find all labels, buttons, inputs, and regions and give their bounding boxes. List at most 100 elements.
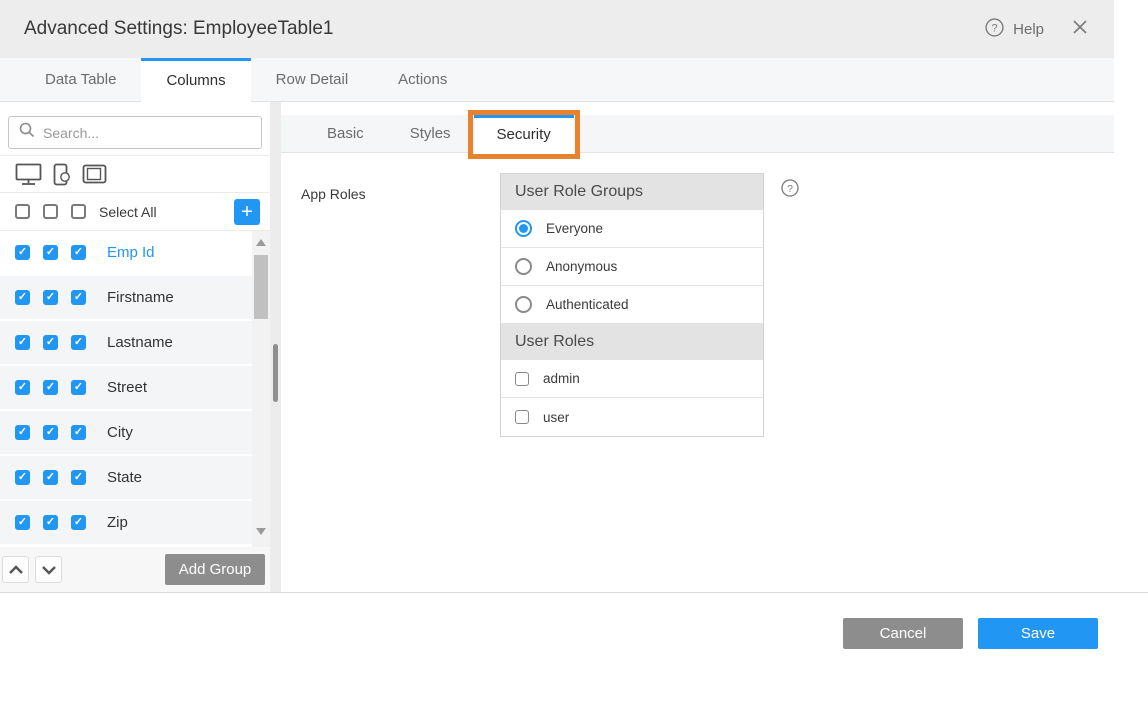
tablet-checkbox[interactable]: [71, 245, 86, 260]
scroll-down-icon[interactable]: [256, 528, 266, 535]
add-column-button[interactable]: [234, 199, 260, 225]
tablet-checkbox[interactable]: [71, 290, 86, 305]
anonymous-radio[interactable]: [515, 258, 532, 275]
phone-checkbox[interactable]: [43, 425, 58, 440]
svg-text:?: ?: [787, 183, 793, 195]
column-name[interactable]: Street: [107, 379, 147, 396]
column-name[interactable]: Lastname: [107, 334, 173, 351]
select-all-desktop-checkbox[interactable]: [15, 204, 30, 219]
tablet-checkbox[interactable]: [71, 515, 86, 530]
move-down-button[interactable]: [35, 556, 62, 583]
desktop-checkbox[interactable]: [15, 245, 30, 260]
tab-actions[interactable]: Actions: [373, 58, 472, 101]
select-all-row: Select All: [0, 193, 270, 231]
help-icon: ?: [985, 18, 1004, 41]
tab-columns[interactable]: Columns: [141, 58, 250, 102]
column-list-scrollbar[interactable]: [252, 231, 270, 547]
column-list: Emp Id Firstname Lastname: [0, 231, 270, 547]
role-option-label: Anonymous: [546, 259, 617, 274]
admin-checkbox[interactable]: [515, 372, 529, 386]
desktop-checkbox[interactable]: [15, 515, 30, 530]
tablet-checkbox[interactable]: [71, 380, 86, 395]
search-icon: [19, 122, 35, 143]
role-option-admin[interactable]: admin: [501, 360, 763, 398]
app-roles-help-button[interactable]: ?: [781, 179, 799, 437]
add-group-button[interactable]: Add Group: [165, 554, 265, 585]
role-option-anonymous[interactable]: Anonymous: [501, 248, 763, 286]
tab-basic[interactable]: Basic: [304, 115, 387, 152]
columns-panel-footer: Add Group: [0, 547, 270, 592]
role-option-authenticated[interactable]: Authenticated: [501, 286, 763, 324]
column-name[interactable]: Zip: [107, 514, 128, 531]
cancel-button[interactable]: Cancel: [843, 618, 963, 649]
tab-data-table[interactable]: Data Table: [20, 58, 141, 101]
close-button[interactable]: [1072, 19, 1088, 40]
panel-scrollbar[interactable]: [270, 102, 281, 592]
role-option-everyone[interactable]: Everyone: [501, 210, 763, 248]
help-button[interactable]: ? Help: [985, 18, 1044, 41]
search-box: [8, 116, 262, 149]
scrollbar-thumb[interactable]: [254, 255, 268, 319]
tab-security[interactable]: Security: [474, 115, 574, 153]
tablet-checkbox[interactable]: [71, 425, 86, 440]
header-actions: ? Help: [985, 18, 1088, 41]
phone-checkbox[interactable]: [43, 245, 58, 260]
column-name[interactable]: City: [107, 424, 133, 441]
everyone-radio[interactable]: [515, 220, 532, 237]
column-row-emp-id[interactable]: Emp Id: [0, 231, 252, 274]
column-row-lastname[interactable]: Lastname: [0, 321, 252, 364]
tablet-checkbox[interactable]: [71, 335, 86, 350]
dialog-title: Advanced Settings: EmployeeTable1: [24, 18, 333, 40]
desktop-checkbox[interactable]: [15, 425, 30, 440]
role-option-label: Everyone: [546, 221, 603, 236]
panel-scrollbar-thumb[interactable]: [273, 344, 278, 402]
role-option-label: Authenticated: [546, 297, 629, 312]
tablet-icon[interactable]: [82, 164, 107, 184]
search-section: [0, 102, 270, 156]
phone-checkbox[interactable]: [43, 335, 58, 350]
close-icon: [1072, 19, 1088, 40]
app-roles-label: App Roles: [301, 173, 500, 437]
authenticated-radio[interactable]: [515, 296, 532, 313]
column-row-state[interactable]: State: [0, 456, 252, 499]
phone-checkbox[interactable]: [43, 380, 58, 395]
phone-checkbox[interactable]: [43, 515, 58, 530]
desktop-icon[interactable]: [15, 163, 42, 186]
column-row-firstname[interactable]: Firstname: [0, 276, 252, 319]
question-icon: ?: [781, 184, 799, 201]
tab-styles[interactable]: Styles: [387, 115, 474, 152]
tab-row-detail[interactable]: Row Detail: [251, 58, 374, 101]
user-role-groups-header: User Role Groups: [501, 174, 763, 210]
advanced-settings-dialog: Advanced Settings: EmployeeTable1 ? Help…: [0, 0, 1114, 592]
column-name[interactable]: State: [107, 469, 142, 486]
dialog-body: Select All Emp Id Firstname: [0, 102, 1114, 592]
main-tab-bar: Data Table Columns Row Detail Actions: [0, 58, 1114, 102]
desktop-checkbox[interactable]: [15, 335, 30, 350]
desktop-checkbox[interactable]: [15, 290, 30, 305]
user-roles-header: User Roles: [501, 324, 763, 360]
phone-checkbox[interactable]: [43, 290, 58, 305]
screen: Advanced Settings: EmployeeTable1 ? Help…: [0, 0, 1148, 717]
move-up-button[interactable]: [2, 556, 29, 583]
desktop-checkbox[interactable]: [15, 470, 30, 485]
column-row-city[interactable]: City: [0, 411, 252, 454]
role-option-user[interactable]: user: [501, 398, 763, 436]
select-all-phone-checkbox[interactable]: [43, 204, 58, 219]
phone-checkbox[interactable]: [43, 470, 58, 485]
user-checkbox[interactable]: [515, 410, 529, 424]
select-all-tablet-checkbox[interactable]: [71, 204, 86, 219]
scroll-up-icon[interactable]: [256, 239, 266, 246]
select-all-label: Select All: [99, 204, 157, 220]
app-roles-box: User Role Groups Everyone Anonymous Auth…: [500, 173, 764, 437]
desktop-checkbox[interactable]: [15, 380, 30, 395]
tablet-checkbox[interactable]: [71, 470, 86, 485]
save-button[interactable]: Save: [978, 618, 1098, 649]
column-name[interactable]: Emp Id: [107, 244, 155, 261]
sub-tab-bar: Basic Styles Security: [281, 115, 1114, 153]
search-input[interactable]: [43, 125, 251, 141]
column-row-zip[interactable]: Zip: [0, 501, 252, 544]
column-row-street[interactable]: Street: [0, 366, 252, 409]
column-name[interactable]: Firstname: [107, 289, 174, 306]
column-settings-panel: Basic Styles Security App Roles User Rol…: [281, 102, 1114, 592]
phone-icon[interactable]: [53, 163, 71, 186]
